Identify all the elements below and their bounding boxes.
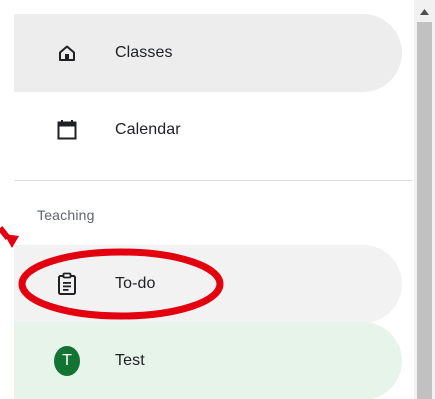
nav-item-test[interactable]: T Test <box>14 322 402 399</box>
nav-item-calendar[interactable]: Calendar <box>14 91 402 169</box>
nav-item-label: Test <box>115 352 145 369</box>
scroll-up-button[interactable] <box>414 0 435 22</box>
home-icon <box>54 40 80 66</box>
side-navigation: Classes Calendar Teaching To-do T Test <box>0 0 412 399</box>
nav-item-label: Classes <box>115 44 173 61</box>
assignment-icon <box>54 271 80 297</box>
scrollbar-thumb[interactable] <box>417 22 432 399</box>
vertical-scrollbar[interactable] <box>414 0 435 399</box>
nav-item-label: Calendar <box>115 121 181 138</box>
nav-item-label: To-do <box>115 275 156 292</box>
app-stage: Classes Calendar Teaching To-do T Test <box>0 0 435 399</box>
calendar-icon <box>54 117 80 143</box>
section-divider <box>14 180 412 181</box>
nav-item-classes[interactable]: Classes <box>14 14 402 92</box>
nav-item-todo[interactable]: To-do <box>14 245 402 323</box>
avatar: T <box>54 346 80 376</box>
section-heading-teaching: Teaching <box>37 207 95 223</box>
avatar-letter: T <box>54 346 80 376</box>
triangle-up-icon <box>420 2 429 20</box>
